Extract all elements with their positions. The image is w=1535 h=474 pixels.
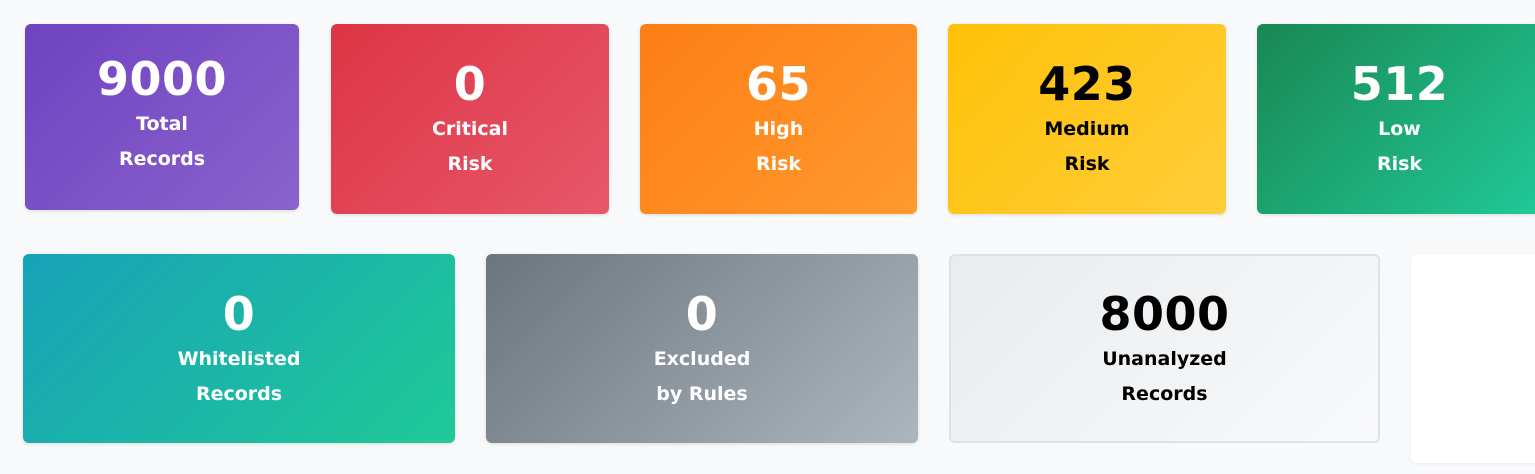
critical-risk-label-line2: Risk xyxy=(447,153,493,175)
stats-dashboard: 9000 Total Records 0 Critical Risk 65 Hi… xyxy=(0,0,1535,474)
low-risk-label: Low Risk xyxy=(1377,112,1422,182)
total-records-count: 9000 xyxy=(96,52,228,106)
high-risk-card: 65 High Risk xyxy=(640,24,917,214)
excluded-by-rules-label-line2: by Rules xyxy=(656,382,748,405)
high-risk-label-line1: High xyxy=(753,118,804,140)
unanalyzed-records-count: 8000 xyxy=(1099,286,1230,341)
whitelisted-records-label-line1: Whitelisted xyxy=(177,347,301,370)
unanalyzed-records-label-line2: Records xyxy=(1121,382,1208,405)
excluded-by-rules-label: Excluded by Rules xyxy=(654,342,751,412)
whitelisted-records-label: Whitelisted Records xyxy=(178,342,301,412)
high-risk-label-line2: Risk xyxy=(755,153,802,175)
high-risk-label: High Risk xyxy=(754,112,804,182)
excluded-by-rules-card: 0 Excluded by Rules xyxy=(486,254,918,443)
whitelisted-records-count: 0 xyxy=(222,286,256,341)
whitelisted-records-card: 0 Whitelisted Records xyxy=(23,254,455,443)
medium-risk-label-line2: Risk xyxy=(1064,153,1110,175)
medium-risk-card: 423 Medium Risk xyxy=(948,24,1226,214)
low-risk-count: 512 xyxy=(1350,57,1449,111)
unanalyzed-records-label: Unanalyzed Records xyxy=(1102,342,1227,412)
medium-risk-label: Medium Risk xyxy=(1044,112,1129,182)
whitelisted-records-label-line2: Records xyxy=(195,382,283,405)
excluded-by-rules-count: 0 xyxy=(685,286,719,341)
medium-risk-label-line1: Medium xyxy=(1044,118,1130,140)
high-risk-count: 65 xyxy=(745,57,811,111)
critical-risk-label: Critical Risk xyxy=(432,112,508,182)
unanalyzed-records-card: 8000 Unanalyzed Records xyxy=(949,254,1380,443)
excluded-by-rules-label-line1: Excluded xyxy=(653,347,751,370)
unanalyzed-records-label-line1: Unanalyzed xyxy=(1102,347,1227,370)
total-records-label: Total Records xyxy=(119,107,205,177)
medium-risk-count: 423 xyxy=(1038,57,1136,111)
total-records-card: 9000 Total Records xyxy=(25,24,299,210)
critical-risk-label-line1: Critical xyxy=(431,118,509,140)
low-risk-card: 512 Low Risk xyxy=(1257,24,1535,214)
total-records-label-line1: Total xyxy=(136,113,188,135)
empty-stat-card xyxy=(1411,254,1535,463)
low-risk-label-line2: Risk xyxy=(1376,153,1423,175)
critical-risk-card: 0 Critical Risk xyxy=(331,24,609,214)
total-records-label-line2: Records xyxy=(118,148,206,170)
low-risk-label-line1: Low xyxy=(1378,118,1421,140)
critical-risk-count: 0 xyxy=(453,57,487,111)
